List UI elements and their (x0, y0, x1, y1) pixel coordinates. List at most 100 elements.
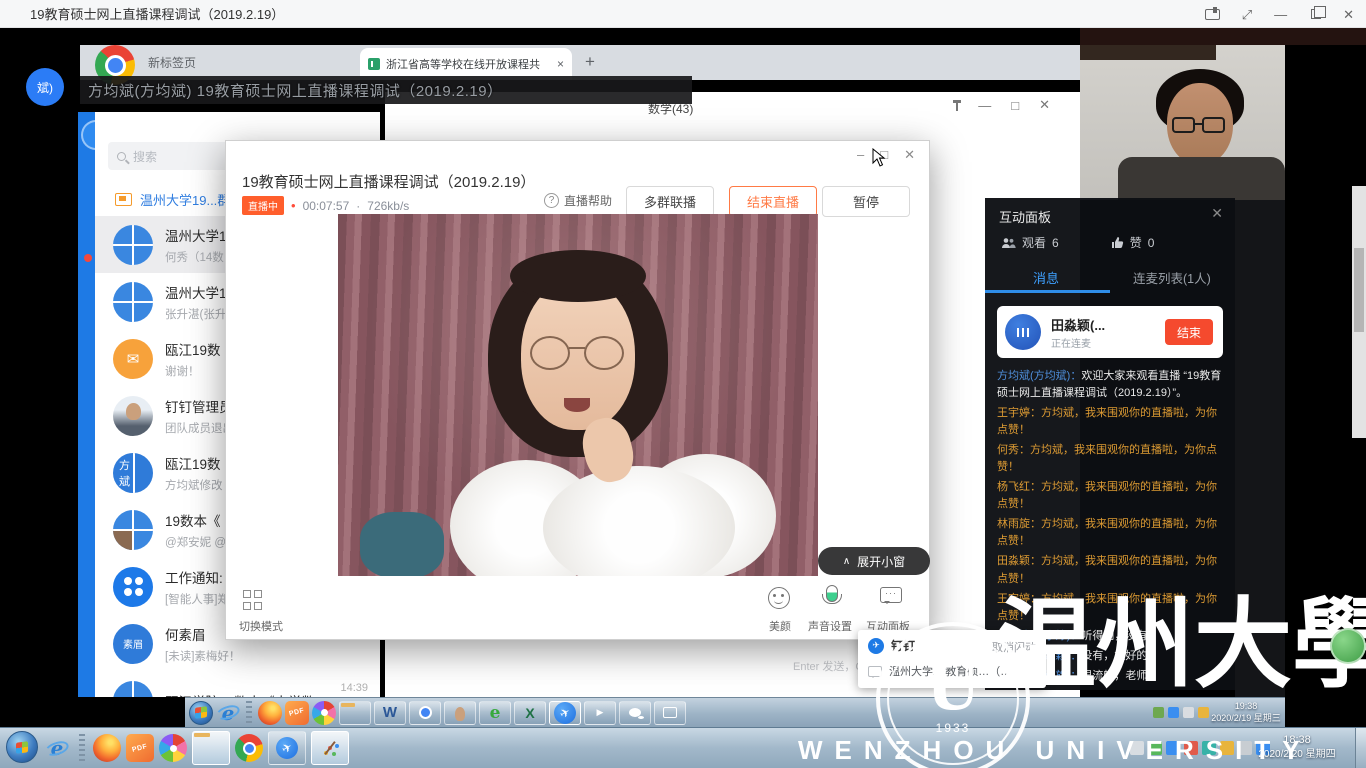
notification-popup[interactable]: ✈ 钉钉 取消闪动 温州大学19教育硕…（… 6 (858, 630, 1046, 688)
minimize-icon[interactable]: — (978, 98, 991, 113)
tray-icon[interactable] (1153, 707, 1164, 718)
end-live-button[interactable]: 结束直播 (729, 186, 817, 217)
tray-icon[interactable] (1130, 741, 1144, 755)
chat-preview: [智能人事]郑 (165, 591, 229, 607)
message-sender: 王宇婷： (997, 593, 1041, 605)
tray-icon[interactable] (1166, 741, 1180, 755)
tray-icon[interactable] (1184, 741, 1198, 755)
chrome-icon[interactable] (235, 734, 263, 762)
search-icon (117, 152, 126, 161)
wechat-icon[interactable] (619, 701, 651, 725)
chat-message: 王宇婷：方均斌，我来围观你的直播啦，为你点赞！ (997, 405, 1224, 439)
media-icon[interactable] (584, 701, 616, 725)
sep-icon[interactable] (79, 734, 85, 762)
fullscreen-icon[interactable]: ⤢ (1242, 8, 1252, 21)
pdf-icon[interactable] (126, 734, 154, 762)
sep-icon[interactable] (246, 701, 252, 725)
firefox-icon[interactable] (93, 734, 121, 762)
ie-icon[interactable] (43, 734, 71, 762)
restore-icon[interactable] (1311, 9, 1321, 19)
dingtalk-icon[interactable] (549, 701, 581, 725)
window-title: 19教育硕士网上直播课程调试（2019.2.19） (30, 4, 284, 23)
message-sender: 林雨旋： (997, 518, 1041, 530)
mic-user-status: 正在连麦 (1051, 335, 1091, 350)
minimize-icon[interactable]: — (1274, 8, 1287, 21)
share-title-strip: 方均斌(方均斌) 19教育硕士网上直播课程调试（2019.2.19） (80, 76, 692, 104)
tab-mic-list[interactable]: 连麦列表(1人) (1133, 268, 1211, 287)
photo-icon[interactable] (444, 701, 476, 725)
chat-time: 14:39 (340, 682, 368, 694)
chrome-icon[interactable] (409, 701, 441, 725)
tv-icon[interactable] (654, 701, 686, 725)
new-tab-button[interactable]: + (585, 52, 595, 72)
interactive-panel-icon[interactable]: ··· (880, 587, 902, 603)
start-icon[interactable] (189, 701, 213, 725)
explorer-icon[interactable] (192, 731, 230, 765)
switch-mode-icon[interactable] (243, 590, 263, 610)
sound-settings-icon[interactable] (826, 585, 838, 602)
pinwheel-icon[interactable] (159, 734, 187, 762)
dingtalk-icon[interactable] (268, 731, 306, 765)
tray-icon[interactable] (1148, 741, 1162, 755)
excel-icon[interactable] (514, 701, 546, 725)
explorer-icon[interactable] (339, 701, 371, 725)
tray-icon[interactable] (1198, 707, 1209, 718)
clover-avatar-icon (113, 567, 153, 607)
chat-preview: @郑安妮 @ (165, 534, 226, 550)
rail-avatar[interactable] (81, 120, 95, 150)
firefox-icon[interactable] (258, 701, 282, 725)
green-e-icon[interactable] (479, 701, 511, 725)
chat-name: 温州大学1 (165, 225, 227, 245)
message-input-hint[interactable]: Enter 发送，Ct (793, 658, 866, 674)
palette-icon[interactable] (311, 731, 349, 765)
minimize-icon[interactable]: – (857, 147, 864, 163)
tray-icon[interactable] (1202, 741, 1216, 755)
show-desktop-button[interactable] (1355, 728, 1366, 768)
tray-icon[interactable] (1183, 707, 1194, 718)
message-text: 很流畅，老师 (1081, 670, 1147, 682)
pinwheel-icon[interactable] (312, 701, 336, 725)
scrollbar[interactable] (1352, 186, 1366, 438)
word-icon[interactable] (374, 701, 406, 725)
close-icon[interactable]: ✕ (1039, 97, 1050, 113)
pause-button[interactable]: 暂停 (822, 186, 910, 217)
tab-close-icon[interactable]: × (557, 57, 564, 71)
tray-icon[interactable] (1168, 707, 1179, 718)
clock-outer: 18:38 2020/2/20 星期四 (1242, 733, 1352, 761)
ie-icon[interactable] (216, 701, 240, 725)
list-item[interactable]: 瓯江学院17数本《中学数14:39 (95, 672, 380, 697)
maximize-icon[interactable]: □ (1011, 98, 1019, 113)
chat-message: 何秀：方均斌，我来围观你的直播啦，为你点赞！ (997, 442, 1224, 476)
chat-texts: 温州大学1何秀（14数 (165, 225, 227, 265)
end-mic-button[interactable]: 结束 (1165, 319, 1213, 345)
live-video (338, 214, 818, 576)
tray-icon[interactable] (1220, 741, 1234, 755)
screen-share-icon[interactable] (1205, 9, 1220, 20)
pdf-icon[interactable] (285, 701, 309, 725)
close-icon[interactable]: ✕ (904, 147, 915, 163)
multi-group-button[interactable]: 多群联播 (626, 186, 714, 217)
floating-green-badge[interactable] (1330, 628, 1366, 664)
notification-item[interactable]: 温州大学19教育硕…（… 6 (868, 663, 1036, 679)
message-sender: 田淼颖： (997, 555, 1041, 567)
start-icon[interactable] (6, 731, 38, 763)
tab-messages[interactable]: 消息 (1033, 268, 1059, 287)
split-avatar-icon: 方斌 (113, 453, 153, 493)
chat-name: 温州大学1 (165, 282, 227, 302)
picture-frame (1080, 45, 1216, 60)
beauty-icon[interactable] (768, 587, 790, 609)
close-icon[interactable]: ✕ (1343, 8, 1354, 21)
viewer-count: 观看 6 (1001, 234, 1059, 251)
presenter-webcam (1080, 45, 1285, 200)
cancel-flash-button[interactable]: 取消闪动 (992, 639, 1036, 655)
chat-message: 方均斌(方均斌)：欢迎大家来观看直播 “19教育硕士网上直播课程调试（2019.… (997, 368, 1224, 402)
chat-texts: 工作通知:[智能人事]郑 (165, 567, 229, 607)
user-avatar[interactable]: 斌) (26, 68, 64, 106)
pin-icon[interactable] (956, 102, 958, 111)
expand-small-window-button[interactable]: ∧ 展开小窗 (818, 547, 930, 575)
close-icon[interactable]: ✕ (1211, 205, 1223, 222)
tab-newtab[interactable]: 新标签页 (148, 54, 196, 71)
chevron-up-icon: ∧ (843, 556, 850, 567)
chat-message: 田淼颖：方均斌，我来围观你的直播啦，为你点赞！ (997, 553, 1224, 587)
live-help[interactable]: ? 直播帮助 (544, 192, 612, 209)
